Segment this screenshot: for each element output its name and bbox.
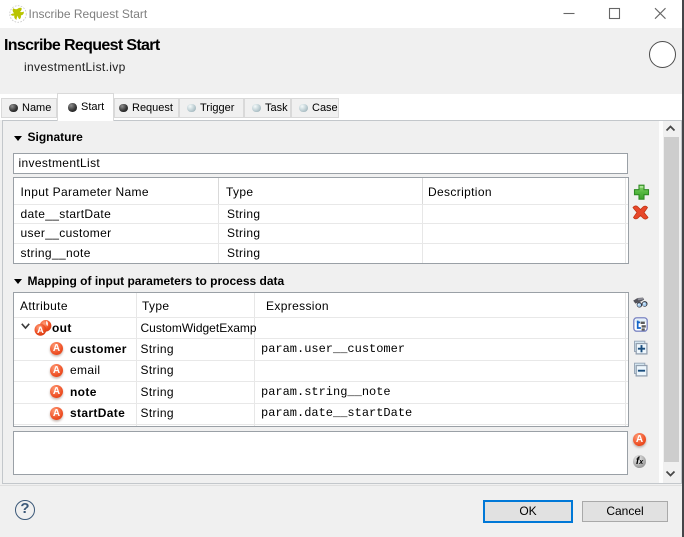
svg-text:A: A [37,325,44,336]
